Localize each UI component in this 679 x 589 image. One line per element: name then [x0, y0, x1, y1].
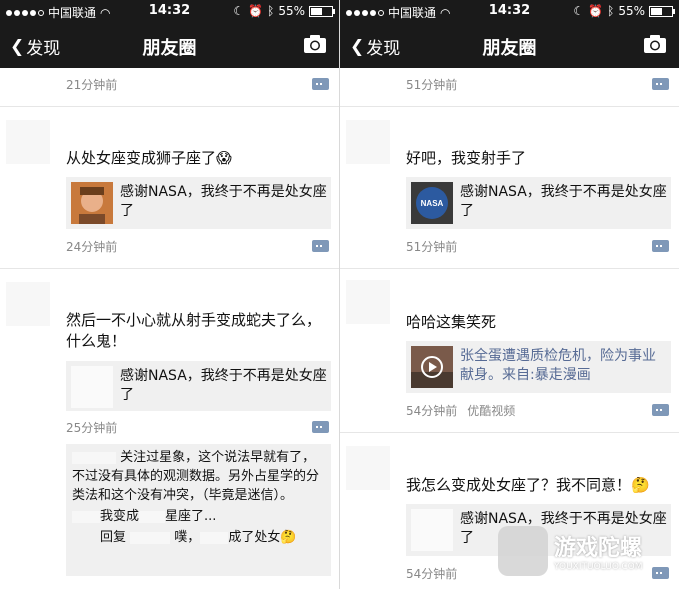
battery-percent: 55%	[278, 4, 305, 18]
blurred-name	[72, 451, 116, 464]
page-title: 朋友圈	[142, 38, 197, 59]
video-thumbnail	[411, 346, 453, 388]
comment-text: 成了处女🤔	[228, 530, 297, 545]
bluetooth-icon: ᛒ	[267, 4, 275, 18]
comment-button[interactable]	[652, 240, 669, 252]
blurred-name	[139, 510, 166, 523]
post-text: 然后一不小心就从射手变成蛇夫了么，什么鬼！	[66, 311, 322, 350]
comment-button[interactable]	[312, 421, 329, 433]
avatar[interactable]	[346, 120, 390, 164]
nasa-logo-thumbnail: NASA	[411, 182, 453, 224]
right-phone-screen: 中国联通 ◠ 14:32 ☾ ⏰ ᛒ 55% ❮ 发现 朋友圈 51分钟前 好吧…	[340, 0, 679, 589]
shared-link-card[interactable]: NASA 感谢NASA，我终于不再是处女座了	[406, 177, 671, 229]
page-title: 朋友圈	[482, 38, 537, 59]
avatar[interactable]	[346, 446, 390, 490]
status-bar: 中国联通 ◠ 14:32 ☾ ⏰ ᛒ 55%	[340, 0, 679, 22]
post-time: 51分钟前	[406, 78, 458, 92]
post-time: 54分钟前	[406, 404, 458, 418]
post-text: 哈哈这集笑死	[406, 313, 497, 331]
moon-icon: ☾	[233, 4, 245, 18]
post-divider	[340, 432, 679, 433]
post-divider	[340, 106, 679, 107]
moon-icon: ☾	[573, 4, 585, 18]
battery-icon	[649, 5, 675, 17]
alarm-icon: ⏰	[248, 4, 264, 18]
nav-bar: ❮ 发现 朋友圈	[340, 22, 679, 68]
avatar[interactable]	[6, 282, 50, 326]
bluetooth-icon: ᛒ	[607, 4, 615, 18]
post-time: 21分钟前	[66, 78, 118, 92]
shared-link-card[interactable]: 感谢NASA，我终于不再是处女座了	[66, 177, 331, 229]
post-text: 从处女座变成狮子座了😱	[66, 149, 232, 167]
post-divider	[0, 268, 339, 269]
post-meta: 54分钟前 优酷视频	[406, 402, 515, 419]
nav-bar: ❮ 发现 朋友圈	[0, 22, 339, 68]
watermark-text: 游戏陀螺 YOUXITUOLUO.COM	[554, 530, 643, 572]
post-divider	[340, 268, 679, 269]
avatar[interactable]	[346, 280, 390, 324]
shared-video-title: 张全蛋遭遇质检危机，险为事业献身。来自:暴走漫画	[460, 348, 656, 383]
face-thumbnail	[71, 182, 113, 224]
watermark: 游戏陀螺 YOUXITUOLUO.COM	[498, 523, 673, 579]
comment-button[interactable]	[312, 240, 329, 252]
post-time: 25分钟前	[66, 421, 118, 435]
watermark-logo	[498, 526, 548, 576]
comment-text: 我变成	[100, 509, 140, 524]
reply-label: 回复	[100, 530, 127, 545]
post-time: 54分钟前	[406, 567, 458, 581]
comment-text: 星座了...	[165, 509, 217, 524]
comment-item: 回复 噗， 成了处女🤔	[72, 528, 325, 547]
comment-button[interactable]	[652, 404, 669, 416]
blurred-name	[72, 510, 100, 523]
blank-thumbnail	[411, 509, 453, 551]
status-bar: 中国联通 ◠ 14:32 ☾ ⏰ ᛒ 55%	[0, 0, 339, 22]
comment-button[interactable]	[312, 78, 329, 90]
comment-item: 关注过星象，这个说法早就有了，不过没有具体的观测数据。另外占星学的分类法和这个没…	[72, 448, 325, 505]
alarm-icon: ⏰	[588, 4, 604, 18]
shared-link-title: 感谢NASA，我终于不再是处女座了	[460, 184, 667, 219]
watermark-name: 游戏陀螺	[554, 536, 643, 561]
camera-icon[interactable]	[303, 34, 327, 54]
screenshot-composite: 中国联通 ◠ 14:32 ☾ ⏰ ᛒ 55% ❮ 发现 朋友圈 21分钟前 从处…	[0, 0, 679, 589]
watermark-url: YOUXITUOLUO.COM	[554, 562, 643, 572]
shared-link-card[interactable]: 感谢NASA，我终于不再是处女座了	[66, 361, 331, 411]
post-time: 24分钟前	[66, 240, 118, 254]
comment-section: 关注过星象，这个说法早就有了，不过没有具体的观测数据。另外占星学的分类法和这个没…	[66, 444, 331, 576]
blank-thumbnail	[71, 366, 113, 408]
blurred-name	[130, 531, 171, 544]
post-divider	[0, 106, 339, 107]
left-phone-screen: 中国联通 ◠ 14:32 ☾ ⏰ ᛒ 55% ❮ 发现 朋友圈 21分钟前 从处…	[0, 0, 339, 589]
camera-icon[interactable]	[643, 34, 667, 54]
shared-link-title: 感谢NASA，我终于不再是处女座了	[120, 184, 327, 219]
avatar[interactable]	[6, 120, 50, 164]
nasa-logo-text: NASA	[421, 199, 444, 208]
battery-percent: 55%	[618, 4, 645, 18]
post-text: 好吧，我变射手了	[406, 149, 527, 167]
comment-text: 噗，	[174, 530, 201, 545]
post-source[interactable]: 优酷视频	[467, 404, 515, 418]
shared-video-card[interactable]: 张全蛋遭遇质检危机，险为事业献身。来自:暴走漫画	[406, 341, 671, 393]
battery-icon	[309, 5, 335, 17]
post-text: 我怎么变成处女座了？我不同意！🤔	[406, 476, 650, 494]
comment-button[interactable]	[652, 78, 669, 90]
comment-item: 我变成 星座了...	[72, 507, 325, 526]
shared-link-title: 感谢NASA，我终于不再是处女座了	[120, 368, 327, 403]
blurred-name	[200, 531, 229, 544]
post-time: 51分钟前	[406, 240, 458, 254]
